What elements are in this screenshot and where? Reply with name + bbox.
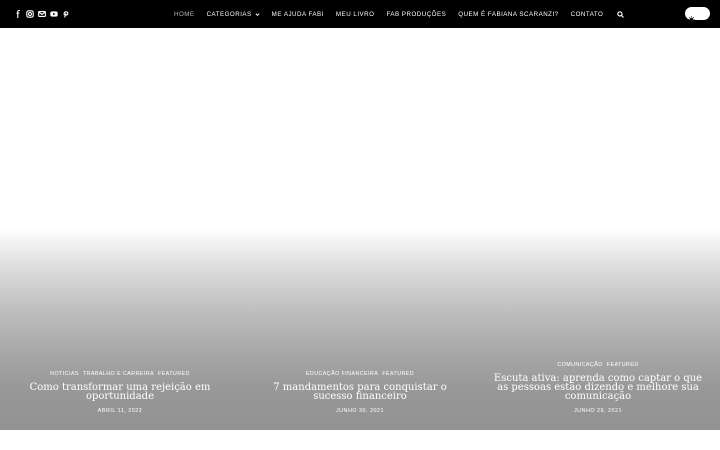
instagram-icon[interactable] xyxy=(25,10,34,19)
nav-item-label: ME AJUDA FABI xyxy=(271,10,324,18)
featured-posts-slider: NOTICIAS TRABALHO E CARREIRA FEATURED Como… xyxy=(0,28,720,430)
nav-item-label: MEU LIVRO xyxy=(335,10,375,18)
nav-item-label: QUEM É FABIANA SCARANZI? xyxy=(458,10,559,18)
youtube-icon[interactable] xyxy=(49,10,58,19)
facebook-icon[interactable] xyxy=(13,10,22,19)
nav-item-fab-producoes[interactable]: FAB PRODUÇÕES xyxy=(380,0,452,28)
category-link[interactable]: FEATURED xyxy=(607,362,639,368)
nav-item-label: HOME xyxy=(174,10,195,18)
post-categories: NOTICIAS TRABALHO E CARREIRA FEATURED xyxy=(0,371,240,377)
nav-item-categorias[interactable]: CATEGORIAS xyxy=(201,0,266,28)
category-link[interactable]: EDUCAÇÃO FINANCEIRA xyxy=(306,371,378,377)
post-title[interactable]: Escuta ativa: aprenda como captar o que … xyxy=(492,374,704,402)
nav-item-label: CATEGORIAS xyxy=(206,10,252,18)
post-date: JUNHO 29, 2021 xyxy=(573,408,623,414)
search-icon[interactable] xyxy=(609,0,630,28)
post-title[interactable]: 7 mandamentos para conquistar o sucesso … xyxy=(254,383,466,402)
chevron-down-icon xyxy=(255,12,260,17)
post-categories: EDUCAÇÃO FINANCEIRA FEATURED xyxy=(240,371,480,377)
nav-item-meu-livro[interactable]: MEU LIVRO xyxy=(330,0,381,28)
post-date: JUNHO 30, 2021 xyxy=(335,408,385,414)
nav-item-label: FAB PRODUÇÕES xyxy=(386,10,447,18)
nav-item-contato[interactable]: CONTATO xyxy=(565,0,610,28)
category-link[interactable]: NOTICIAS xyxy=(50,371,79,377)
featured-post-card[interactable]: COMUNICAÇÃO FEATURED Escuta ativa: aprend… xyxy=(478,28,718,430)
pinterest-icon[interactable] xyxy=(61,10,70,19)
category-link[interactable]: FEATURED xyxy=(382,371,414,377)
sun-icon xyxy=(688,10,695,23)
post-categories: COMUNICAÇÃO FEATURED xyxy=(478,362,718,368)
category-link[interactable]: COMUNICAÇÃO xyxy=(557,362,602,368)
nav-item-label: CONTATO xyxy=(570,10,604,18)
mail-icon[interactable] xyxy=(37,10,46,19)
category-link[interactable]: TRABALHO E CARREIRA xyxy=(83,371,154,377)
post-date: ABRIL 11, 2022 xyxy=(97,408,143,414)
nav-item-home[interactable]: HOME xyxy=(168,0,201,28)
top-navigation-bar: HOME CATEGORIAS ME AJUDA FABI MEU LIVRO … xyxy=(0,0,720,28)
nav-item-quem-e-fabiana[interactable]: QUEM É FABIANA SCARANZI? xyxy=(452,0,564,28)
featured-post-card[interactable]: NOTICIAS TRABALHO E CARREIRA FEATURED Como… xyxy=(0,28,240,430)
social-links xyxy=(13,0,70,28)
featured-post-card[interactable]: EDUCAÇÃO FINANCEIRA FEATURED 7 mandamento… xyxy=(240,28,480,430)
main-menu: HOME CATEGORIAS ME AJUDA FABI MEU LIVRO … xyxy=(168,0,630,28)
dark-mode-toggle[interactable] xyxy=(685,7,710,23)
nav-item-me-ajuda-fabi[interactable]: ME AJUDA FABI xyxy=(266,0,330,28)
category-link[interactable]: FEATURED xyxy=(158,371,190,377)
post-title[interactable]: Como transformar uma rejeição em oportun… xyxy=(14,383,226,402)
